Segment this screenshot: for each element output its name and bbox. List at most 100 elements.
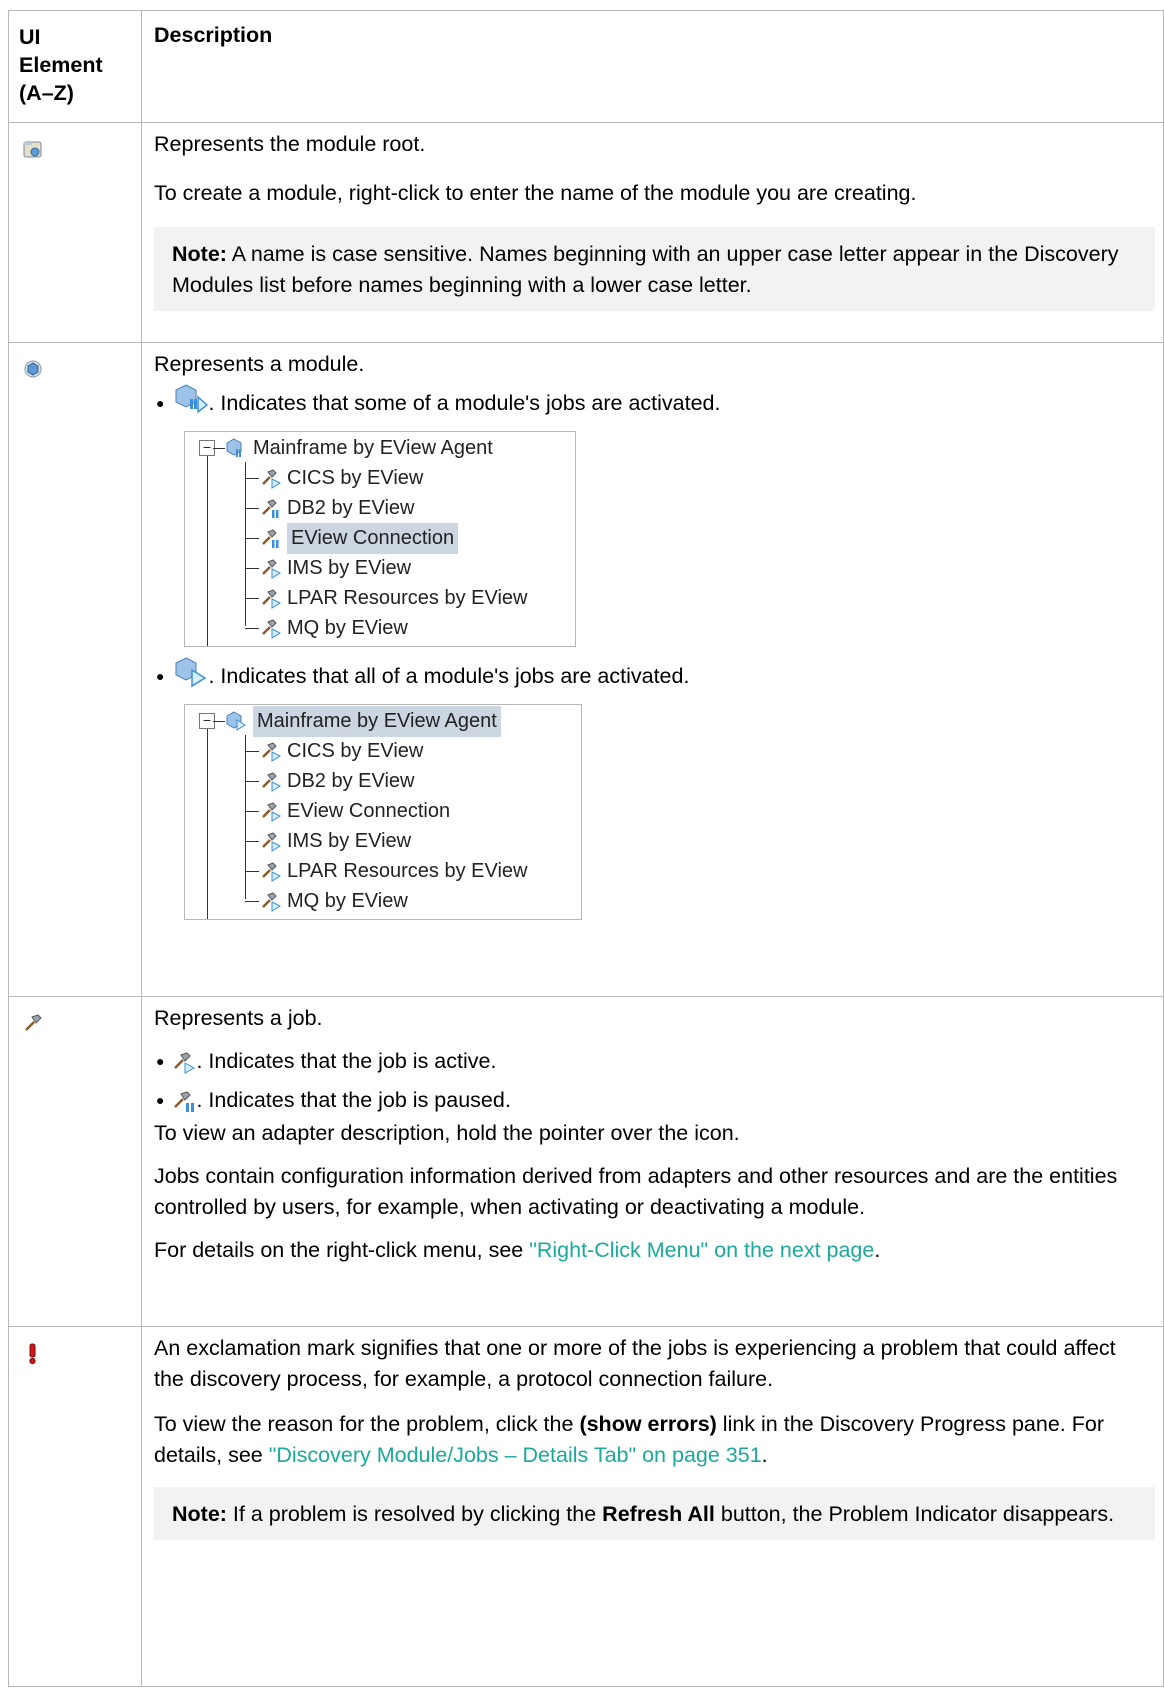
job-active-icon <box>174 1051 196 1074</box>
bullet-text: . Indicates that the job is paused. <box>196 1088 511 1112</box>
note-text: button, the Problem Indicator disappears… <box>714 1502 1115 1526</box>
bullet-text: . Indicates that all of a module's jobs … <box>208 664 690 688</box>
exclamation-icon <box>29 1343 36 1365</box>
paragraph: Represents a job. <box>154 1006 323 1030</box>
tree-node-root[interactable]: Mainframe by EView Agent <box>225 705 501 737</box>
header-ui-element-line: Element <box>19 53 103 77</box>
row-description: Represents a module. ● . Indicates that … <box>141 342 1164 997</box>
module-active-icon <box>175 656 207 687</box>
row-icon-cell <box>8 996 142 1327</box>
tree-node-job[interactable]: CICS by EView <box>261 736 423 766</box>
tree-node-label: DB2 by EView <box>287 769 415 792</box>
header-ui-element-line: (A–Z) <box>19 81 74 105</box>
tree-node-job[interactable]: EView Connection <box>261 522 459 554</box>
table-row: Represents a module. ● . Indicates that … <box>8 342 1164 997</box>
tree-node-label: CICS by EView <box>287 466 424 489</box>
list-item: ● . Indicates that some of a module's jo… <box>154 383 1151 419</box>
table-header-row: UI Element (A–Z) Description <box>8 10 1164 123</box>
note-text: If a problem is resolved by clicking the <box>226 1502 603 1526</box>
tree-node-job[interactable]: DB2 by EView <box>261 493 414 523</box>
job-paused-icon <box>262 529 279 548</box>
tree-node-job[interactable]: LPAR Resources by EView <box>261 856 527 886</box>
text: To view the reason for the problem, clic… <box>154 1412 580 1436</box>
job-active-icon <box>262 589 281 609</box>
tree-node-job[interactable]: MQ by EView <box>261 613 408 643</box>
tree-node-label: CICS by EView <box>287 739 424 762</box>
paragraph: Jobs contain configuration information d… <box>154 1164 1118 1219</box>
paragraph: To view the reason for the problem, clic… <box>154 1409 1151 1471</box>
tree-node-label: Mainframe by EView Agent <box>253 436 493 459</box>
bullet-icon: ● <box>156 395 165 411</box>
refresh-all-label: Refresh All <box>602 1502 715 1526</box>
bullet-icon: ● <box>156 668 165 684</box>
tree-node-label: EView Connection <box>287 522 459 554</box>
job-active-icon <box>262 802 281 822</box>
bullet-text: . Indicates that some of a module's jobs… <box>208 391 721 415</box>
note-label: Note: <box>172 242 227 266</box>
table-row: Represents the module root. To create a … <box>8 122 1164 343</box>
tree-node-root[interactable]: Mainframe by EView Agent <box>225 433 493 463</box>
tree-node-job[interactable]: IMS by EView <box>261 826 411 856</box>
paragraph: To create a module, right-click to enter… <box>154 181 917 205</box>
tree-node-label: MQ by EView <box>287 616 408 639</box>
tree-node-job[interactable]: IMS by EView <box>261 553 411 583</box>
module-icon <box>24 360 42 378</box>
text: . <box>761 1443 768 1467</box>
tree-node-label: DB2 by EView <box>287 496 415 519</box>
header-ui-element: UI Element (A–Z) <box>8 10 142 123</box>
paragraph: For details on the right-click menu, see… <box>154 1235 1151 1266</box>
bullet-text: . Indicates that the job is active. <box>196 1049 497 1073</box>
job-active-icon <box>262 742 281 762</box>
row-icon-cell <box>8 342 142 997</box>
text: . <box>874 1238 881 1262</box>
paragraph: An exclamation mark signifies that one o… <box>154 1336 1116 1391</box>
tree-node-label: IMS by EView <box>287 829 412 852</box>
show-errors-label: (show errors) <box>579 1412 717 1436</box>
tree-node-label: MQ by EView <box>287 889 408 912</box>
table-row: An exclamation mark signifies that one o… <box>8 1326 1164 1687</box>
job-active-icon <box>262 832 281 852</box>
table-row: Represents a job. ● . Indicates that the… <box>8 996 1164 1327</box>
module-active-icon <box>226 711 246 731</box>
module-partially-active-icon <box>175 383 209 414</box>
document-page: UI Element (A–Z) Description Represents … <box>0 0 1164 1694</box>
tree-view-all-active: − Mainframe by EView Agent CICS by EView… <box>184 704 582 920</box>
note-box: Note: A name is case sensitive. Names be… <box>154 227 1155 311</box>
tree-node-job[interactable]: LPAR Resources by EView <box>261 583 527 613</box>
tree-node-label: EView Connection <box>287 799 451 822</box>
tree-node-job[interactable]: EView Connection <box>261 796 450 826</box>
header-ui-element-line: UI <box>19 25 41 49</box>
module-root-icon <box>23 141 42 158</box>
note-box: Note: If a problem is resolved by clicki… <box>154 1487 1155 1540</box>
row-description: Represents a job. ● . Indicates that the… <box>141 996 1164 1327</box>
row-description: An exclamation mark signifies that one o… <box>141 1326 1164 1687</box>
paragraph: Represents the module root. <box>154 132 426 156</box>
paragraph: Represents a module. <box>154 352 365 376</box>
header-description: Description <box>141 10 1164 123</box>
tree-node-job[interactable]: MQ by EView <box>261 886 408 916</box>
tree-node-job[interactable]: DB2 by EView <box>261 766 414 796</box>
row-icon-cell <box>8 122 142 343</box>
ui-elements-table: UI Element (A–Z) Description Represents … <box>8 10 1164 1687</box>
tree-node-job[interactable]: CICS by EView <box>261 463 423 493</box>
tree-node-label: LPAR Resources by EView <box>287 859 528 882</box>
row-description: Represents the module root. To create a … <box>141 122 1164 343</box>
tree-view-some-active: − Mainframe by EView Agent CICS by EView… <box>184 431 576 647</box>
details-tab-link[interactable]: "Discovery Module/Jobs – Details Tab" on… <box>269 1443 762 1467</box>
row-icon-cell <box>8 1326 142 1687</box>
module-partially-active-icon <box>226 438 242 457</box>
bullet-icon: ● <box>156 1053 165 1069</box>
note-text: A name is case sensitive. Names beginnin… <box>172 242 1119 297</box>
text: For details on the right-click menu, see <box>154 1238 530 1262</box>
job-active-icon <box>262 772 281 792</box>
job-active-icon <box>262 892 281 912</box>
job-active-icon <box>262 862 281 882</box>
note-label: Note: <box>172 1502 227 1526</box>
right-click-menu-link[interactable]: "Right-Click Menu" on the next page <box>529 1238 874 1262</box>
list-item: ● . Indicates that the job is paused. <box>154 1085 1151 1116</box>
job-active-icon <box>262 619 281 639</box>
job-active-icon <box>262 469 281 489</box>
job-active-icon <box>262 559 281 579</box>
paragraph: To view an adapter description, hold the… <box>154 1121 740 1145</box>
list-item: ● . Indicates that all of a module's job… <box>154 656 1151 692</box>
